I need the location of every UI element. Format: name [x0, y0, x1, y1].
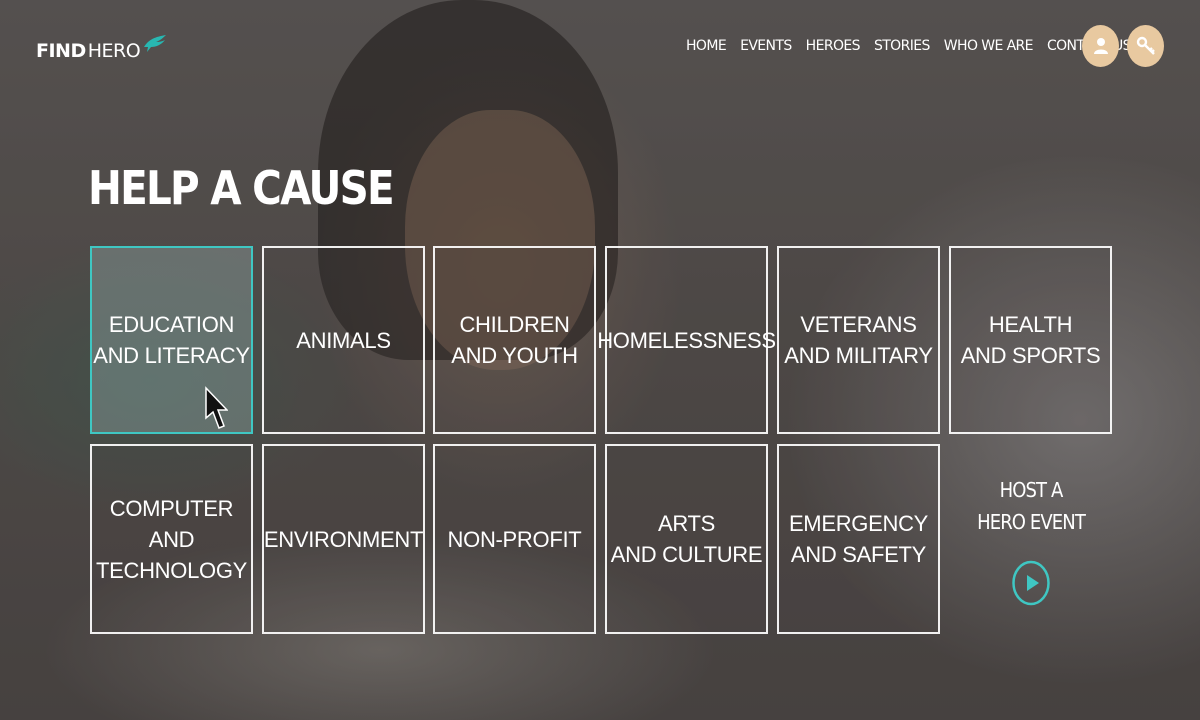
cause-tile-children-and-youth[interactable]: CHILDREN AND YOUTH: [433, 246, 596, 434]
cause-tile-health-and-sports[interactable]: HEALTH AND SPORTS: [949, 246, 1112, 434]
nav-stories[interactable]: STORIES: [874, 36, 930, 56]
cause-tile-label: VETERANS AND MILITARY: [784, 312, 933, 368]
findhero-logo[interactable]: FIND HERO: [36, 35, 168, 66]
cause-tile-label: COMPUTER AND TECHNOLOGY: [95, 495, 248, 583]
cause-tile-label: ANIMALS: [296, 327, 391, 353]
nav-home[interactable]: HOME: [686, 36, 727, 56]
logo-text-find: FIND: [36, 40, 86, 62]
nav-events[interactable]: EVENTS: [740, 36, 792, 56]
cause-tile-label: NON-PROFIT: [447, 526, 582, 552]
cause-tile-label: CHILDREN AND YOUTH: [451, 312, 578, 368]
host-hero-event: HOST A HERO EVENT: [950, 474, 1112, 614]
main-nav: HOME EVENTS HEROES STORIES WHO WE ARE CO…: [686, 36, 1145, 56]
cause-tile-label: EMERGENCY AND SAFETY: [788, 511, 929, 567]
login-key-button[interactable]: [1127, 25, 1164, 67]
cause-tile-label: HEALTH AND SPORTS: [960, 312, 1101, 368]
nav-who-we-are[interactable]: WHO WE ARE: [944, 36, 1034, 56]
cause-tile-environment[interactable]: ENVIRONMENT: [262, 444, 425, 634]
cause-tile-label: EDUCATION AND LITERACY: [93, 312, 250, 368]
cause-tile-education-and-literacy[interactable]: EDUCATION AND LITERACY: [90, 246, 253, 434]
cause-tile-label: ENVIRONMENT: [263, 526, 424, 552]
cause-tile-label: ARTS AND CULTURE: [610, 511, 763, 567]
play-icon[interactable]: [1012, 560, 1050, 606]
nav-heroes[interactable]: HEROES: [806, 36, 861, 56]
bird-icon: [144, 35, 167, 52]
user-icon: [1093, 38, 1108, 54]
mouse-cursor-icon: [205, 386, 228, 429]
cause-tile-animals[interactable]: ANIMALS: [262, 246, 425, 434]
cause-tile-arts-and-culture[interactable]: ARTS AND CULTURE: [605, 444, 768, 634]
cause-tile-non-profit[interactable]: NON-PROFIT: [433, 444, 596, 634]
user-account-button[interactable]: [1082, 25, 1119, 67]
cause-tile-emergency-and-safety[interactable]: EMERGENCY AND SAFETY: [777, 444, 940, 634]
cause-tile-label: HOMELESSNESS: [597, 327, 776, 353]
cause-tile-homelessness[interactable]: HOMELESSNESS: [597, 246, 776, 434]
key-icon: [1136, 36, 1155, 55]
host-hero-event-label: HOST A HERO EVENT: [977, 478, 1086, 534]
cause-tile-computer-and-technology[interactable]: COMPUTER AND TECHNOLOGY: [90, 444, 253, 634]
logo-text-hero: HERO: [87, 40, 141, 62]
cause-tile-veterans-and-military[interactable]: VETERANS AND MILITARY: [777, 246, 940, 434]
page-title: HELP A CAUSE: [88, 161, 395, 215]
